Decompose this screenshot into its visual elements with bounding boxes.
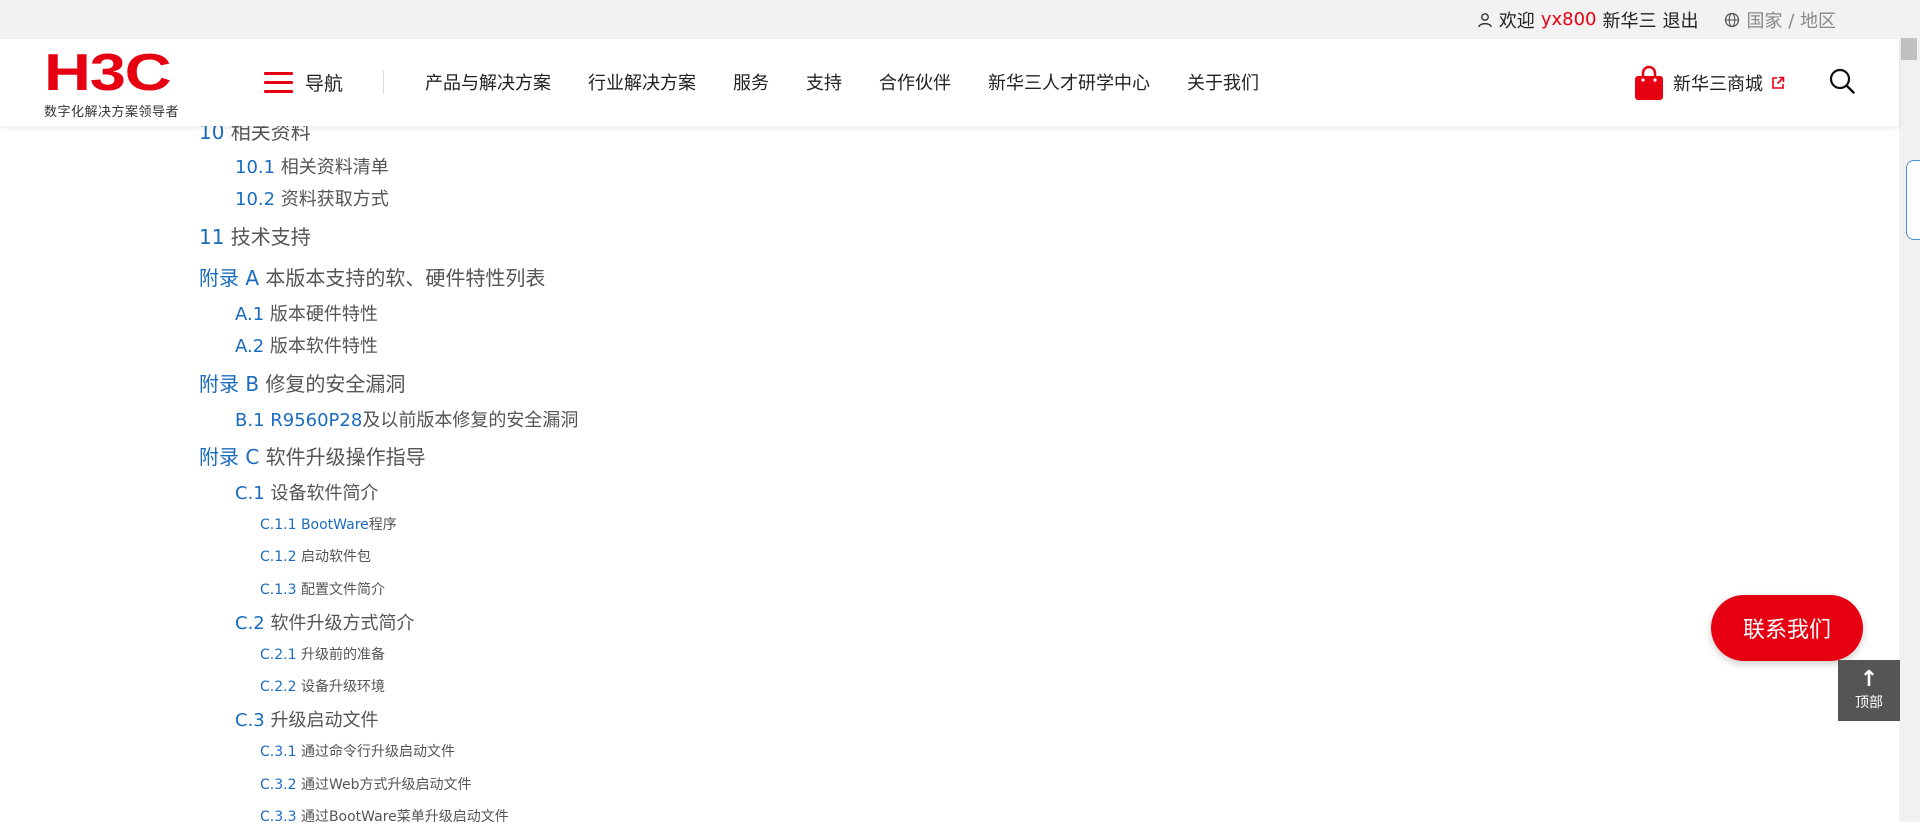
toc-item[interactable]: C.1 设备软件简介 <box>235 479 378 505</box>
arrow-up-icon: ↑ <box>1859 666 1879 692</box>
main-nav: 产品与解决方案 行业解决方案 服务 支持 合作伙伴 新华三人才研学中心 关于我们 <box>425 69 1259 95</box>
h3c-logo[interactable]: H3C 数字化解决方案领导者 <box>44 47 204 120</box>
toc-item[interactable]: C.1.2 启动软件包 <box>260 546 371 566</box>
toc-item[interactable]: 10.1 相关资料清单 <box>235 153 389 179</box>
shop-label: 新华三商城 <box>1673 74 1763 95</box>
toc-item[interactable]: C.2 软件升级方式简介 <box>235 609 414 635</box>
nav-toggle-button[interactable]: 导航 <box>264 69 343 96</box>
scrollbar-thumb[interactable] <box>1901 38 1917 60</box>
shop-link[interactable]: 新华三商城 <box>1633 65 1785 101</box>
toc-item[interactable]: A.1 版本硬件特性 <box>235 300 378 326</box>
page-scrollbar[interactable] <box>1899 0 1920 822</box>
logo-mark: H3C <box>44 44 172 102</box>
contact-us-button[interactable]: 联系我们 <box>1711 595 1863 661</box>
shopping-bag-icon <box>1635 65 1663 100</box>
search-icon[interactable] <box>1828 67 1856 95</box>
nav-item-partners[interactable]: 合作伙伴 <box>879 69 951 95</box>
toc-item[interactable]: C.2.2 设备升级环境 <box>260 676 385 696</box>
nav-divider <box>383 70 384 94</box>
toc-item[interactable]: 附录 B 修复的安全漏洞 <box>199 368 405 397</box>
toc-item[interactable]: 附录 C 软件升级操作指导 <box>199 441 426 470</box>
nav-item-about[interactable]: 关于我们 <box>1187 69 1259 95</box>
toc-item[interactable]: 10.2 资料获取方式 <box>235 185 389 211</box>
site-header: H3C 数字化解决方案领导者 导航 产品与解决方案 行业解决方案 服务 支持 合… <box>0 39 1899 126</box>
back-to-top-button[interactable]: ↑ 顶部 <box>1838 660 1900 721</box>
external-link-icon <box>1772 76 1785 89</box>
toc-item[interactable]: A.2 版本软件特性 <box>235 332 378 358</box>
toc-item[interactable]: C.1.1 BootWare程序 <box>260 514 397 534</box>
toc-item[interactable]: 附录 A 本版本支持的软、硬件特性列表 <box>199 262 545 291</box>
toc-item[interactable]: C.1.3 配置文件简介 <box>260 579 385 599</box>
hamburger-icon <box>264 72 293 93</box>
toc-item[interactable]: C.3.1 通过命令行升级启动文件 <box>260 741 455 761</box>
back-to-top-label: 顶部 <box>1855 694 1883 711</box>
toc-item[interactable]: C.3 升级启动文件 <box>235 706 378 732</box>
toc-item[interactable]: 11 技术支持 <box>199 221 311 250</box>
nav-item-industry[interactable]: 行业解决方案 <box>588 69 696 95</box>
nav-item-services[interactable]: 服务 <box>733 69 769 95</box>
side-slider-tab[interactable] <box>1906 160 1920 240</box>
nav-toggle-label: 导航 <box>305 73 344 95</box>
logo-tagline: 数字化解决方案领导者 <box>44 105 180 120</box>
nav-item-products[interactable]: 产品与解决方案 <box>425 69 551 95</box>
toc-item[interactable]: C.3.3 通过BootWare菜单升级启动文件 <box>260 806 509 826</box>
toc-item[interactable]: C.3.2 通过Web方式升级启动文件 <box>260 774 471 794</box>
nav-item-talent-center[interactable]: 新华三人才研学中心 <box>988 69 1150 95</box>
toc-item[interactable]: B.1 R9560P28及以前版本修复的安全漏洞 <box>235 406 578 432</box>
nav-item-support[interactable]: 支持 <box>806 69 842 95</box>
toc-item[interactable]: C.2.1 升级前的准备 <box>260 644 385 664</box>
